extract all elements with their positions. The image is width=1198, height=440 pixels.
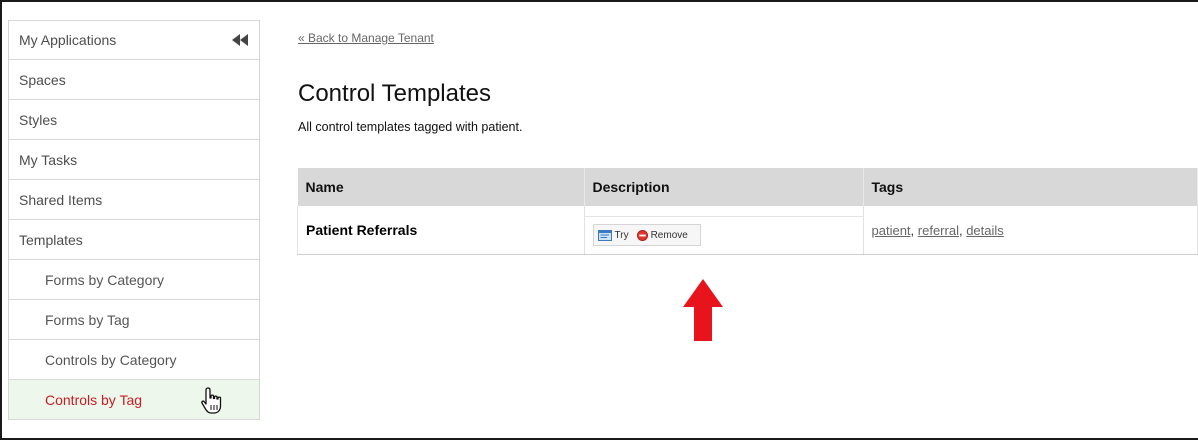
template-tags: patient, referral, details <box>863 206 1198 255</box>
sidebar-item-shared-items[interactable]: Shared Items <box>9 180 259 220</box>
tag-link-details[interactable]: details <box>966 223 1004 238</box>
table-header-row: Name Description Tags <box>297 168 1198 206</box>
column-header-description[interactable]: Description <box>584 168 864 206</box>
sidebar-item-label: My Applications <box>19 32 117 48</box>
page-subtitle: All control templates tagged with patien… <box>298 120 523 134</box>
sidebar-item-my-applications[interactable]: My Applications <box>9 20 259 60</box>
table-row: Patient Referrals Try Remove patient, re… <box>297 206 1198 255</box>
try-label: Try <box>614 229 629 241</box>
sidebar-item-spaces[interactable]: Spaces <box>9 60 259 100</box>
hand-cursor-icon <box>201 387 222 414</box>
sidebar-item-label: Forms by Category <box>45 271 165 288</box>
form-icon <box>597 229 612 241</box>
sidebar-item-label: Spaces <box>19 71 66 88</box>
tag-link-referral[interactable]: referral <box>918 223 959 238</box>
sidebar-item-label: Controls by Category <box>45 351 177 368</box>
sidebar-item-forms-by-tag[interactable]: Forms by Tag <box>9 300 259 340</box>
sidebar-item-controls-by-category[interactable]: Controls by Category <box>9 340 259 380</box>
collapse-sidebar-icon[interactable] <box>231 33 249 47</box>
try-button[interactable]: Try <box>597 229 635 241</box>
description-divider <box>583 216 864 217</box>
sidebar-item-label: Styles <box>19 111 58 128</box>
sidebar-item-label: Forms by Tag <box>45 311 130 328</box>
tag-link-patient[interactable]: patient <box>872 223 911 238</box>
sidebar-item-templates[interactable]: Templates <box>9 220 259 260</box>
templates-table: Name Description Tags Patient Referrals <box>297 168 1198 255</box>
column-header-name[interactable]: Name <box>297 168 585 206</box>
template-description-cell: Try Remove <box>583 206 864 255</box>
remove-label: Remove <box>650 229 688 241</box>
sidebar-item-controls-by-tag[interactable]: Controls by Tag <box>9 380 259 420</box>
sidebar-item-label: My Tasks <box>19 151 78 168</box>
sidebar-item-styles[interactable]: Styles <box>9 100 259 140</box>
page-title: Control Templates <box>298 80 491 107</box>
sidebar-item-my-tasks[interactable]: My Tasks <box>9 140 259 180</box>
template-actions: Try Remove <box>592 224 701 246</box>
red-arrow-annotation <box>683 279 723 341</box>
sidebar-item-label: Templates <box>19 231 83 248</box>
back-to-manage-tenant-link[interactable]: « Back to Manage Tenant <box>298 31 434 45</box>
remove-icon <box>636 229 648 241</box>
sidebar-item-forms-by-category[interactable]: Forms by Category <box>9 260 259 300</box>
sidebar: My Applications Spaces Styles My Tasks S… <box>8 20 260 420</box>
remove-button[interactable]: Remove <box>636 229 694 241</box>
template-name: Patient Referrals <box>297 206 585 255</box>
sidebar-item-label: Controls by Tag <box>45 391 143 408</box>
sidebar-item-label: Shared Items <box>19 191 103 208</box>
column-header-tags[interactable]: Tags <box>863 168 1198 206</box>
